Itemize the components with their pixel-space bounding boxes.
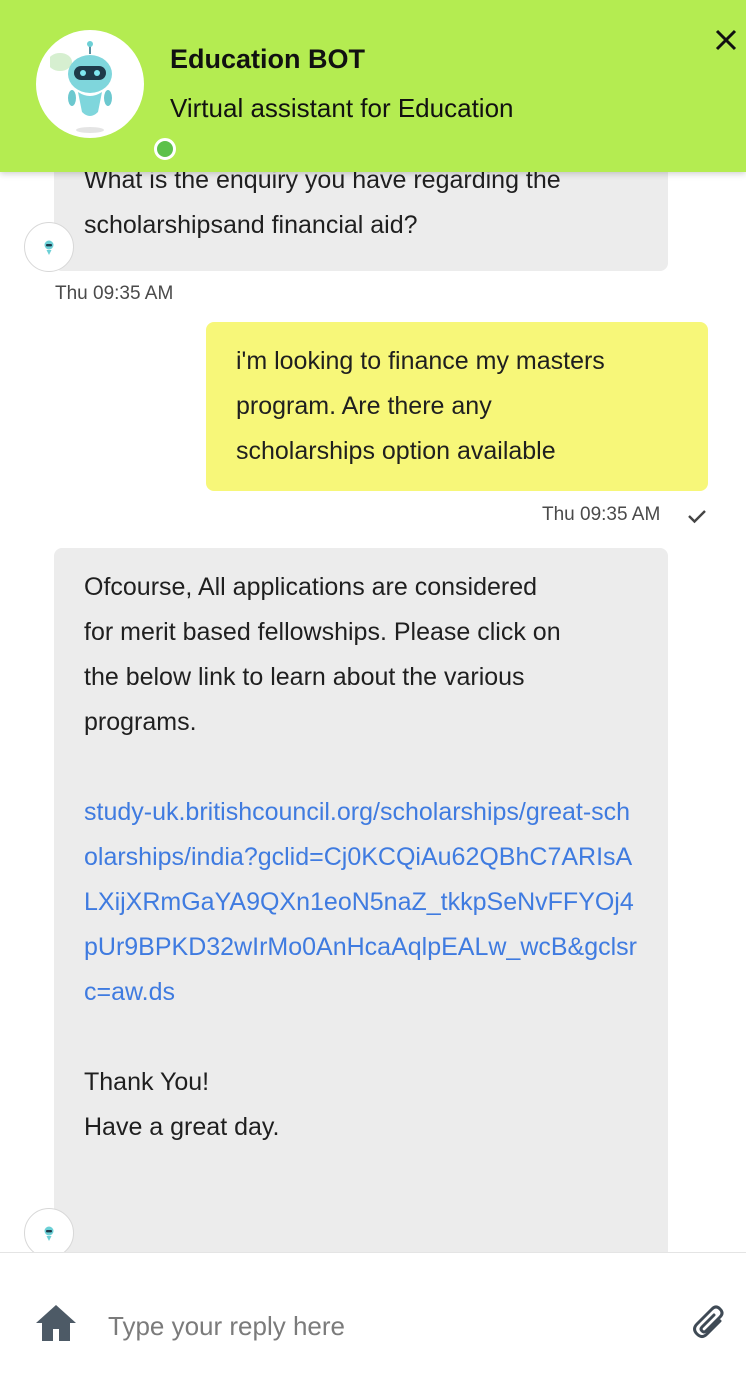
- bot-title: Education BOT: [170, 44, 365, 74]
- robot-icon: [50, 41, 112, 133]
- message-timestamp: Thu 09:35 AM: [55, 283, 174, 304]
- message-line: i'm looking to finance my masters: [236, 347, 605, 375]
- attach-button[interactable]: [690, 1305, 728, 1350]
- reply-input[interactable]: [106, 1299, 670, 1353]
- checkmark-icon: [688, 510, 706, 524]
- online-status-indicator: [154, 138, 176, 160]
- message-line: scholarshipsand financial aid?: [84, 211, 418, 239]
- message-line: programs.: [84, 708, 197, 736]
- robot-icon: [44, 1226, 54, 1241]
- message-line: Have a great day.: [84, 1113, 280, 1141]
- chat-header: Education BOT Virtual assistant for Educ…: [0, 0, 746, 172]
- bot-subtitle: Virtual assistant for Education: [170, 93, 514, 123]
- bot-avatar: [24, 222, 74, 272]
- bot-avatar: [24, 1208, 74, 1252]
- message-line: program. Are there any: [236, 392, 492, 420]
- message-line: Thank You!: [84, 1068, 210, 1096]
- message-line: scholarships option available: [236, 437, 556, 465]
- message-line: Ofcourse, All applications are considere…: [84, 573, 538, 601]
- bot-avatar: [36, 30, 176, 160]
- scholarship-link[interactable]: study-uk.britishcouncil.org/scholarships…: [84, 790, 638, 1015]
- paperclip-icon: [693, 1305, 724, 1338]
- home-icon: [36, 1305, 76, 1341]
- close-button[interactable]: [706, 20, 746, 60]
- composer: [0, 1252, 746, 1394]
- close-icon: [715, 29, 737, 51]
- bot-message: Ofcourse, All applications are considere…: [54, 548, 668, 1252]
- home-button[interactable]: [34, 1303, 78, 1348]
- user-message: i'm looking to finance my masters progra…: [206, 322, 708, 491]
- robot-icon: [44, 240, 54, 255]
- message-line: the below link to learn about the variou…: [84, 663, 525, 691]
- chat-transcript[interactable]: What is the enquiry you have regarding t…: [0, 0, 746, 1252]
- message-timestamp: Thu 09:35 AM: [542, 504, 661, 525]
- message-line: for merit based fellowships. Please clic…: [84, 618, 561, 646]
